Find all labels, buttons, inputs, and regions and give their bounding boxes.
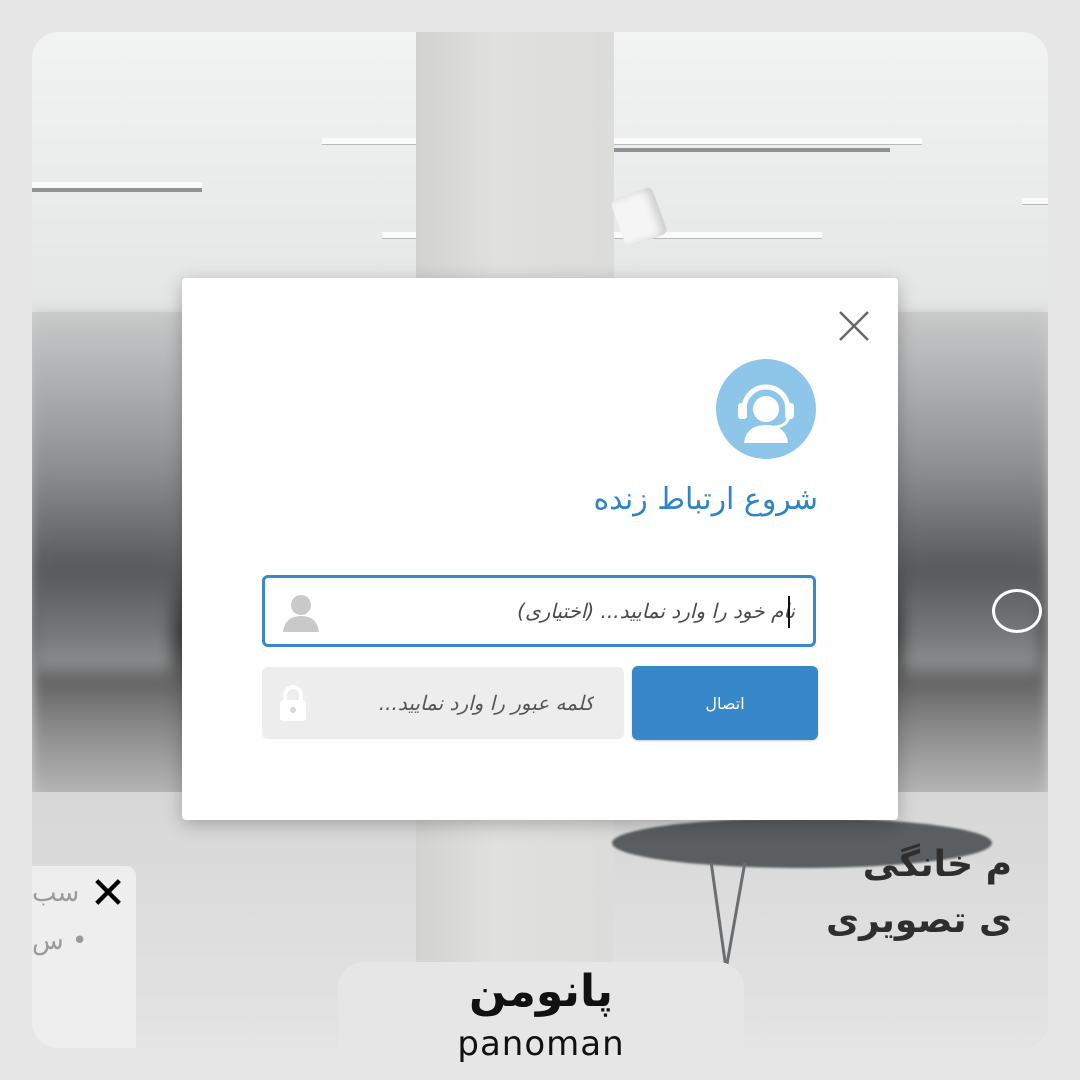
modal-title: شروع ارتباط زنده — [593, 482, 818, 517]
panorama-hotspot[interactable] — [992, 589, 1042, 633]
background-caption: م خانگی — [862, 844, 1012, 885]
side-panel-close-icon[interactable]: ✕ — [86, 872, 130, 916]
name-field[interactable] — [262, 575, 816, 647]
brand-tab: پانومن panoman — [338, 962, 744, 1080]
live-chat-modal: شروع ارتباط زنده اتصال — [182, 278, 898, 820]
side-panel-text: • س — [32, 926, 88, 956]
user-icon — [281, 592, 321, 632]
headset-support-icon — [716, 359, 816, 459]
ceiling-rail — [612, 148, 890, 152]
password-input[interactable] — [322, 667, 594, 739]
ceiling-rail — [32, 188, 202, 192]
connect-button[interactable]: اتصال — [632, 666, 818, 740]
background-caption: ی تصویری — [826, 900, 1012, 941]
text-caret — [788, 596, 790, 628]
window-left — [32, 332, 172, 672]
ceiling-light — [1022, 198, 1048, 204]
brand-logo-fa: پانومن — [469, 966, 613, 1017]
ceiling-light — [322, 138, 422, 144]
panorama-viewport[interactable]: م خانگی ی تصویری سب • س ✕ شروع ارتباط زن… — [32, 32, 1048, 1048]
brand-logo-en: panoman — [457, 1024, 625, 1064]
lock-icon — [278, 683, 308, 723]
close-icon[interactable] — [836, 308, 872, 344]
password-field[interactable] — [262, 667, 624, 739]
ceiling-light — [612, 138, 922, 144]
name-input[interactable] — [335, 578, 795, 644]
